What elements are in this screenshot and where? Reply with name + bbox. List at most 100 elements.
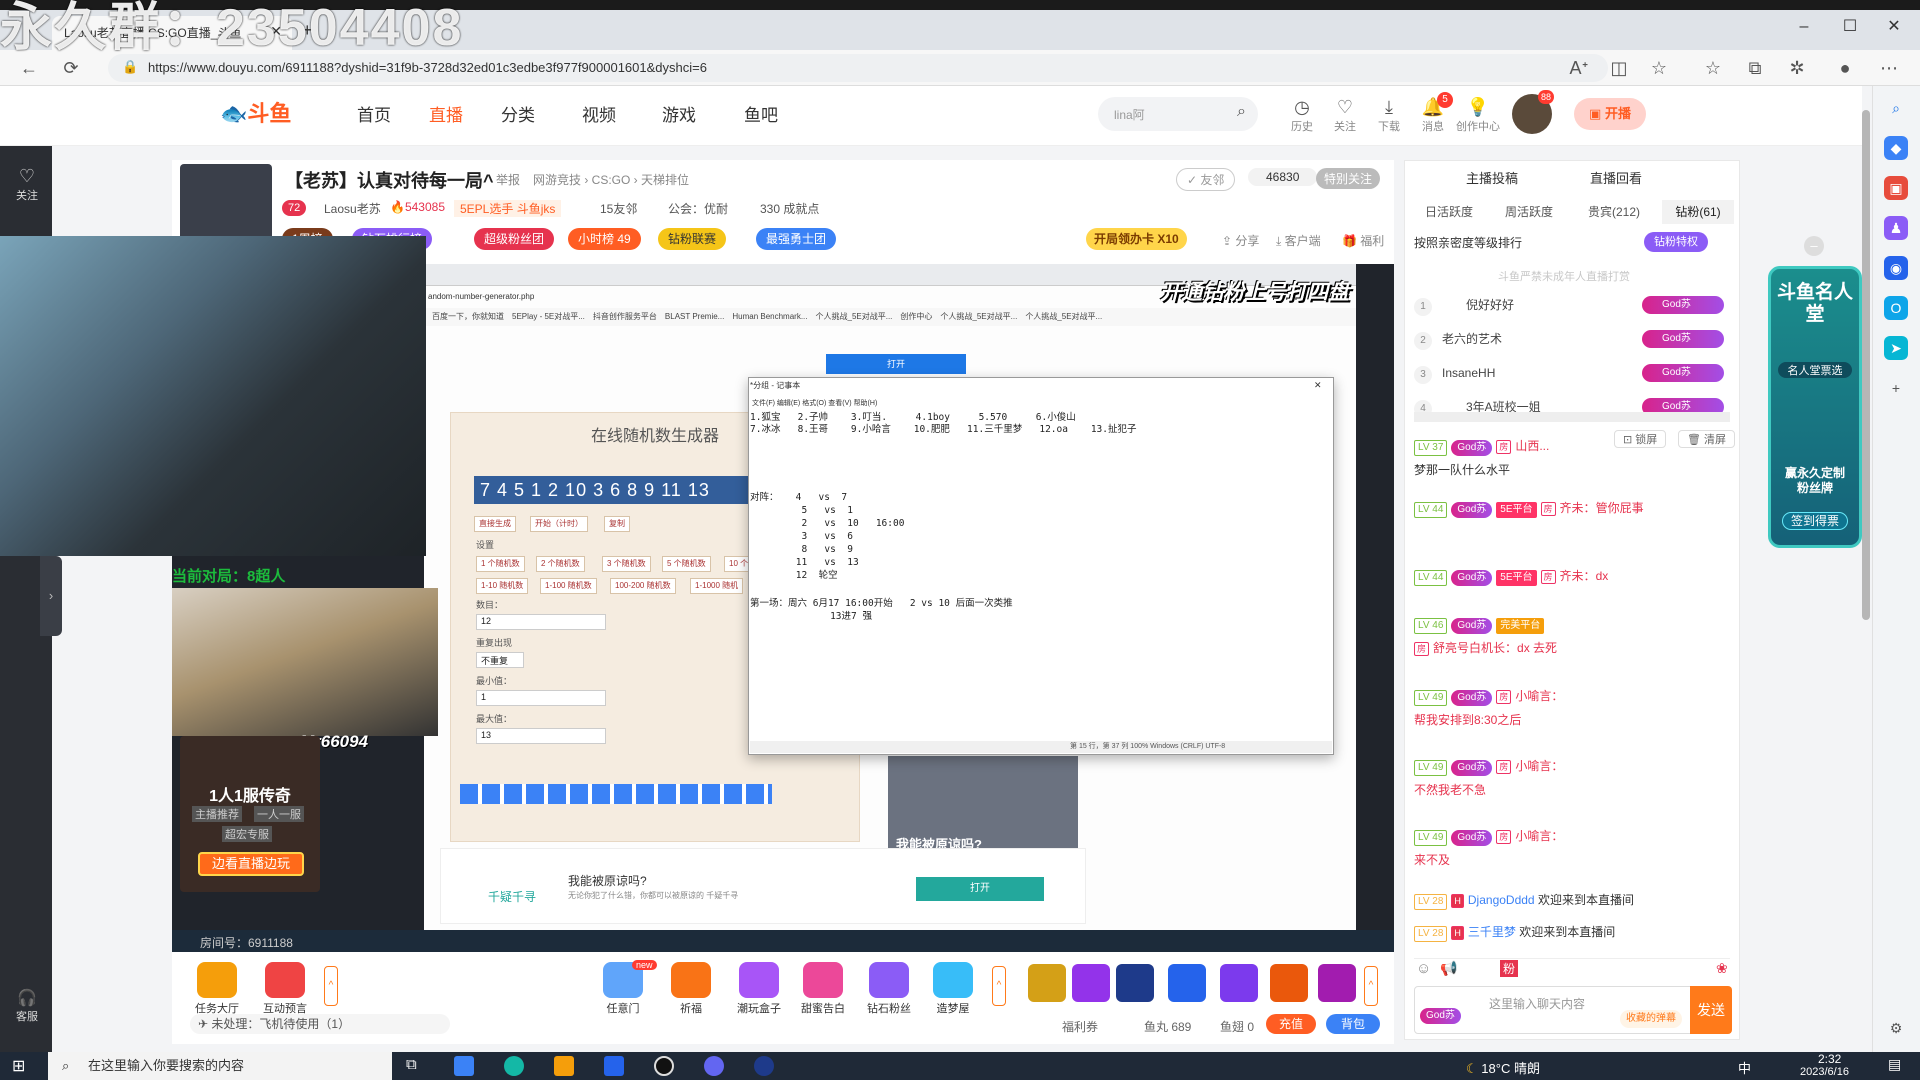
toolbar-expand-2[interactable]: ^ (992, 966, 1006, 1006)
sidebar-office-icon[interactable]: ◉ (1884, 256, 1908, 280)
douyu-logo[interactable]: 🐟斗鱼 (220, 96, 300, 132)
search-input[interactable]: lina阿 ⌕ (1098, 97, 1258, 131)
collections-icon[interactable]: ⧉ (1742, 56, 1768, 80)
windows-search[interactable]: ⌕ 在这里输入你要搜索的内容 (48, 1052, 392, 1080)
refresh-icon[interactable]: ⟳ (58, 56, 84, 80)
service-rail-button[interactable]: 🎧 客服 (10, 988, 44, 1024)
task-hall-button[interactable]: 任务大厅 (190, 962, 244, 1016)
privilege-button[interactable]: 钻粉特权 (1644, 232, 1708, 252)
weather-widget[interactable]: ☾ 18°C 晴朗 (1466, 1058, 1540, 1077)
sidebar-outlook-icon[interactable]: O (1884, 296, 1908, 320)
hour-rank-pill[interactable]: 小时榜 49 (568, 228, 641, 250)
fame-checkin-button[interactable]: 签到得票 (1782, 512, 1848, 530)
gift-item-1[interactable] (1028, 964, 1066, 1002)
share-button[interactable]: ⇪ 分享 (1222, 232, 1259, 249)
sidebar-tag-icon[interactable]: ◆ (1884, 136, 1908, 160)
gift-item-2[interactable] (1072, 964, 1110, 1002)
fans-icon[interactable]: 粉 (1500, 960, 1519, 977)
nav-home[interactable]: 首页 (357, 104, 391, 128)
gift-red-icon[interactable]: ❀ (1716, 960, 1728, 977)
nav-category[interactable]: 分类 (501, 104, 535, 128)
chat-message[interactable]: LV 44 God苏 5E平台房齐未：dx (1414, 564, 1730, 588)
backpack-button[interactable]: 背包 (1326, 1014, 1380, 1034)
diamond-fans-button[interactable]: 钻石粉丝 (862, 962, 916, 1016)
pending-notice[interactable]: ✈ 未处理：飞机待使用（1） (190, 1014, 450, 1034)
chat-message[interactable]: LV 49 God苏房小喻言： 来不及 (1414, 824, 1730, 872)
extension-icon[interactable]: ✲ (1784, 56, 1810, 80)
send-button[interactable]: 发送 (1690, 986, 1732, 1034)
sidebar-add-icon[interactable]: + (1884, 376, 1908, 400)
sidebar-search-icon[interactable]: ⌕ (1884, 96, 1908, 120)
coupon-link[interactable]: 福利券 (1062, 1018, 1098, 1035)
clock-time[interactable]: 2:32 (1818, 1052, 1841, 1066)
taskbar-app[interactable] (704, 1056, 724, 1076)
sweet-confess-button[interactable]: 甜蜜告白 (796, 962, 850, 1016)
contribute-link[interactable]: 主播投稿 (1466, 168, 1518, 187)
gift-item-6[interactable] (1270, 964, 1308, 1002)
rail-expand-handle[interactable]: › (40, 556, 62, 636)
rank-row[interactable]: 2 老六的艺术 God苏 (1414, 326, 1730, 352)
nav-live[interactable]: 直播 (429, 104, 463, 128)
welfare-button[interactable]: 🎁 福利 (1342, 232, 1384, 249)
task-view-icon[interactable]: ⧉ (406, 1056, 417, 1073)
favorite-star-icon[interactable]: ☆ (1646, 56, 1672, 80)
windows-start-icon[interactable]: ⊞ (12, 1056, 25, 1076)
rank-divider[interactable] (1414, 412, 1730, 422)
open-live-button[interactable]: ▣ 开播 (1574, 98, 1646, 130)
any-door-button[interactable]: 任意门 (596, 962, 650, 1016)
tab-vip[interactable]: 贵宾(212) (1574, 200, 1654, 224)
gift-item-3[interactable] (1116, 964, 1154, 1002)
prediction-button[interactable]: 互动预言 (258, 962, 312, 1016)
taskbar-obs[interactable] (654, 1056, 674, 1076)
friend-follow-button[interactable]: ✓ 友邻 (1176, 168, 1236, 191)
nav-video[interactable]: 视频 (582, 104, 616, 128)
fame-fan-badge[interactable]: 赢永久定制粉丝牌 (1780, 466, 1850, 496)
profile-icon[interactable]: ● (1832, 56, 1858, 80)
close-window-button[interactable]: ✕ (1874, 14, 1914, 40)
taskbar-explorer[interactable] (554, 1056, 574, 1076)
pray-button[interactable]: 祈福 (664, 962, 718, 1016)
emoji-icon[interactable]: ☺ (1416, 960, 1431, 977)
gift-item-5[interactable] (1220, 964, 1258, 1002)
chat-message[interactable]: LV 28 H DjangoDddd 欢迎来到本直播间 (1414, 888, 1730, 912)
streamer-name[interactable]: Laosu老苏 (324, 200, 381, 217)
notification-icon[interactable]: ▤ (1888, 1056, 1901, 1073)
taskbar-steam[interactable] (754, 1056, 774, 1076)
game-play-button[interactable]: 边看直播边玩 (198, 852, 304, 876)
taskbar-edge[interactable] (504, 1056, 524, 1076)
follow-rail-button[interactable]: ♡ 关注 (10, 166, 44, 203)
chat-message[interactable]: LV 44 God苏 5E平台房齐未：管你屁事 (1414, 496, 1730, 520)
sidebar-toolbox-icon[interactable]: ▣ (1884, 176, 1908, 200)
tab-daily-activity[interactable]: 日活跃度 (1414, 200, 1484, 224)
download-button[interactable]: ⤓ 下载 (1372, 96, 1406, 134)
tab-diamond-fans[interactable]: 钻粉(61) (1662, 200, 1734, 224)
url-field[interactable]: 🔒 https://www.douyu.com/6911188?dyshid=31… (108, 54, 1608, 82)
client-button[interactable]: ⤓ 客户端 (1276, 232, 1321, 249)
report-link[interactable]: 举报 (496, 171, 520, 188)
gift-item-7[interactable] (1318, 964, 1356, 1002)
follow-list-button[interactable]: ♡ 关注 (1328, 96, 1362, 134)
chat-message[interactable]: LV 28 H 三千里梦 欢迎来到本直播间 (1414, 920, 1730, 944)
tab-weekly-activity[interactable]: 周活跃度 (1492, 200, 1566, 224)
chat-message[interactable]: LV 37 God苏房山西... 梦那一队什么水平 (1414, 434, 1730, 482)
card-promo[interactable]: 开局领办卡 X10 (1086, 228, 1187, 250)
minimize-button[interactable]: – (1784, 14, 1824, 40)
taskbar-mail[interactable] (604, 1056, 624, 1076)
nav-game[interactable]: 游戏 (662, 104, 696, 128)
nav-fishbar[interactable]: 鱼吧 (744, 104, 778, 128)
replay-link[interactable]: 直播回看 (1590, 168, 1642, 187)
split-view-icon[interactable]: ◫ (1606, 56, 1632, 80)
special-follow-button[interactable]: 特别关注 (1316, 168, 1381, 189)
sidebar-games-icon[interactable]: ♟ (1884, 216, 1908, 240)
toolbar-expand-3[interactable]: ^ (1364, 966, 1378, 1006)
brave-team-pill[interactable]: 最强勇士团 (756, 228, 837, 250)
toolbar-expand[interactable]: ^ (324, 966, 338, 1006)
fame-close-icon[interactable]: – (1804, 236, 1824, 256)
sidebar-send-icon[interactable]: ➤ (1884, 336, 1908, 360)
dream-house-button[interactable]: 造梦屋 (926, 962, 980, 1016)
horn-icon[interactable]: 📢 (1440, 960, 1457, 977)
taskbar-app-store[interactable] (454, 1056, 474, 1076)
chat-message[interactable]: LV 46 God苏 完美平台房舒亮号白机长：dx 去死 (1414, 612, 1730, 660)
chat-message[interactable]: LV 49 God苏房小喻言： 帮我安排到8:30之后 (1414, 684, 1730, 732)
saved-danmu-button[interactable]: 收藏的弹幕 (1620, 1010, 1682, 1028)
